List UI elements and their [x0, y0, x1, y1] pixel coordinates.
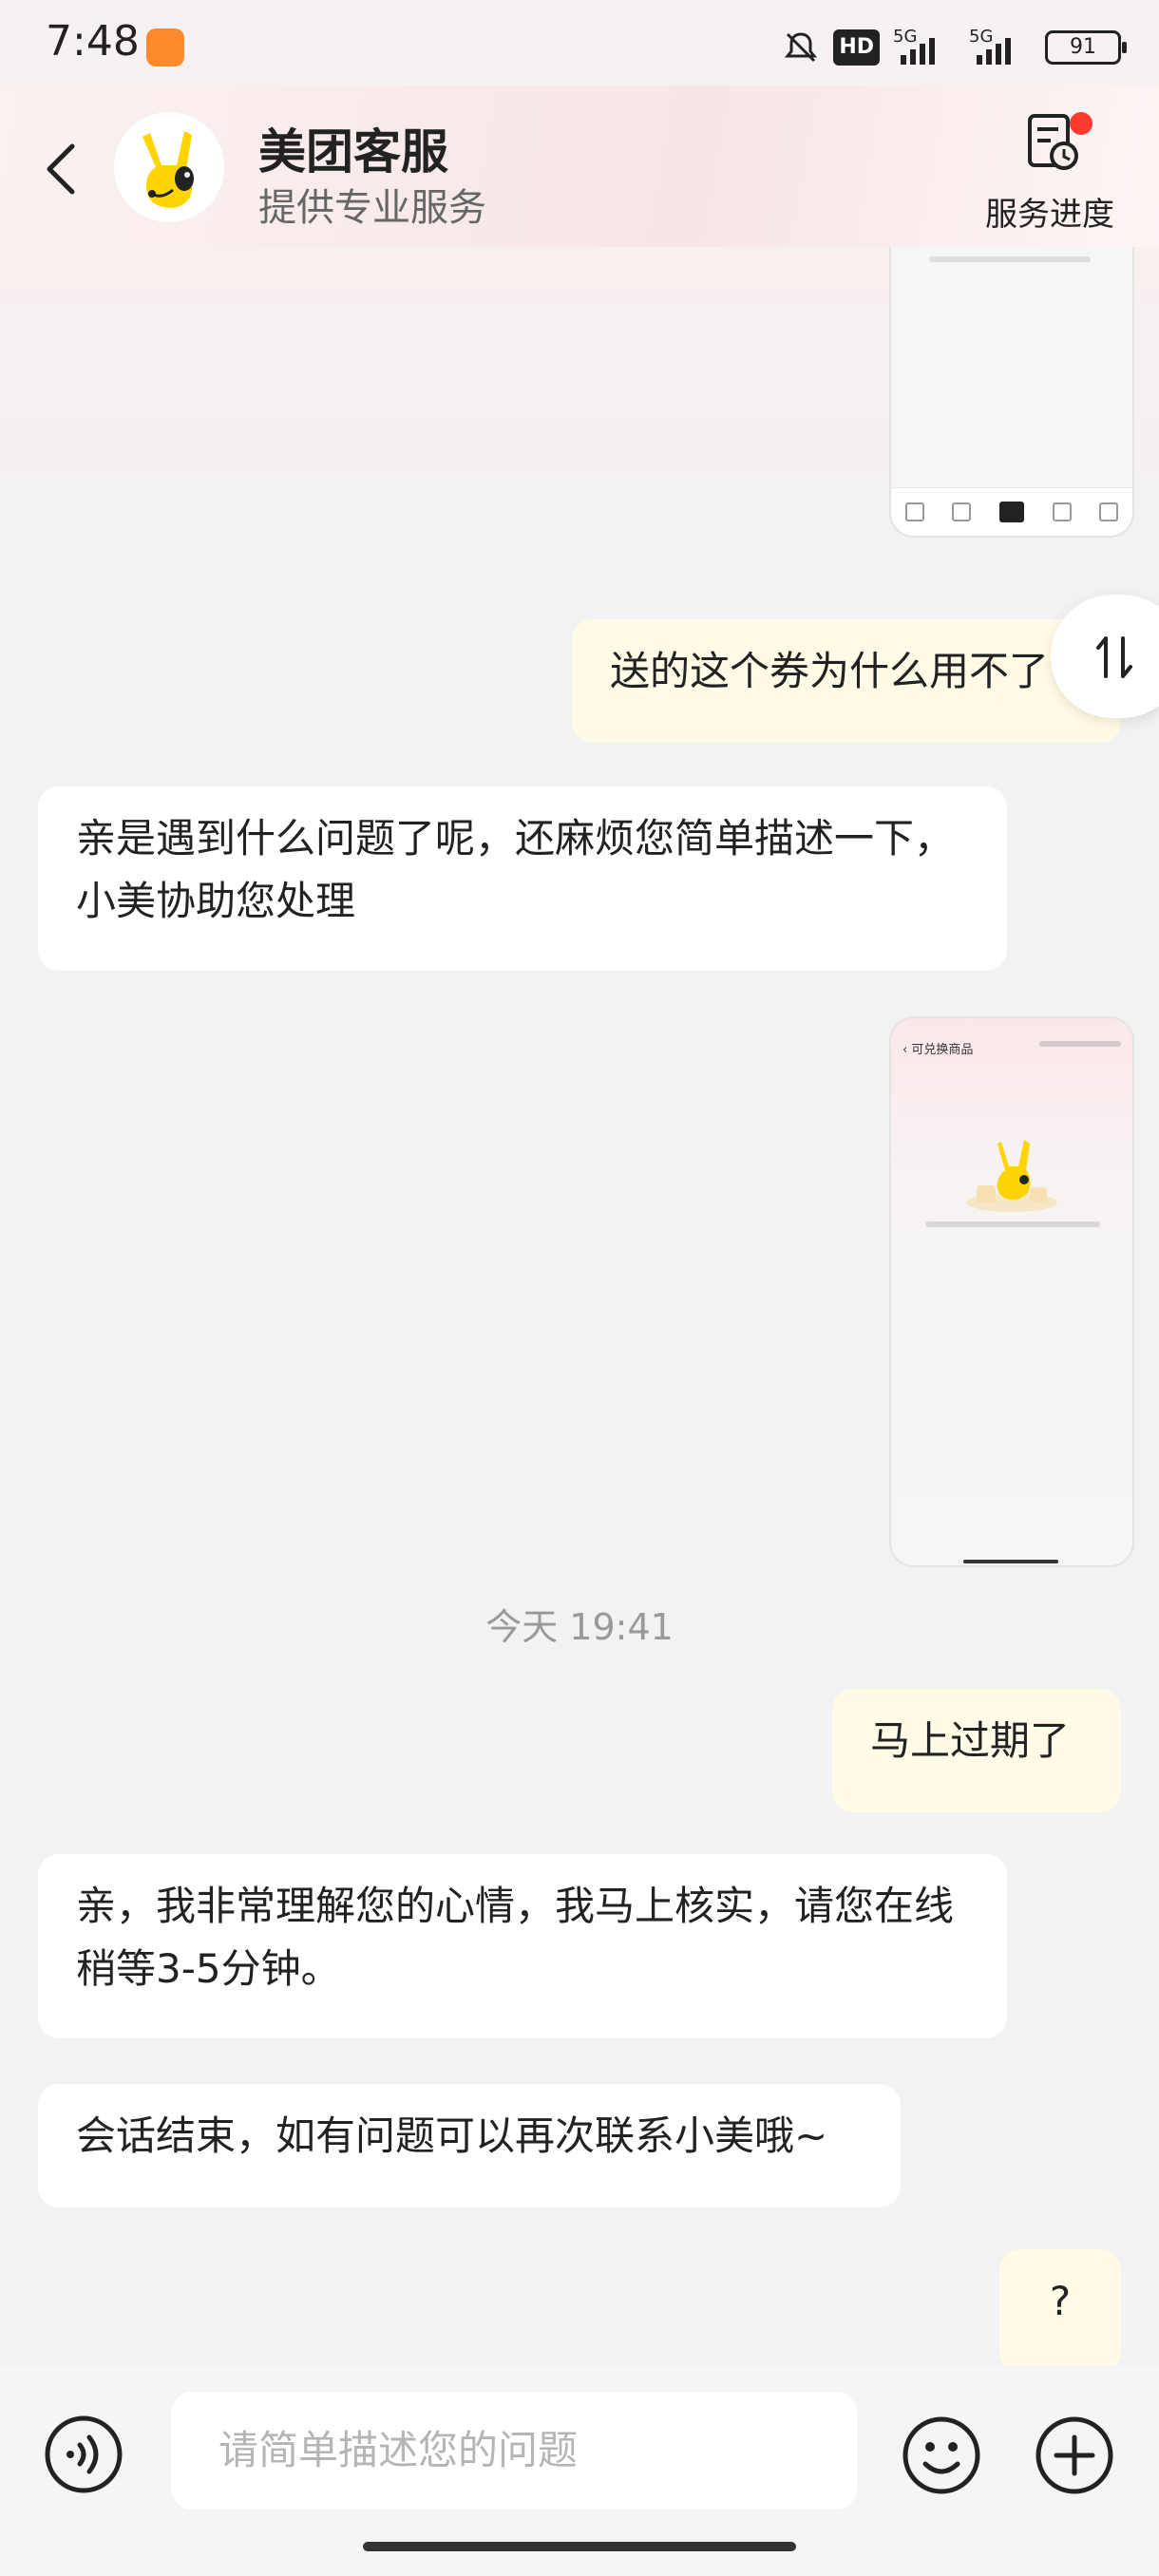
- message-text: 马上过期了: [870, 1717, 1071, 1764]
- status-time: 7:48: [46, 17, 140, 66]
- message-image[interactable]: [889, 247, 1134, 538]
- notification-dot: [1070, 112, 1092, 135]
- user-message[interactable]: 马上过期了: [832, 1689, 1121, 1812]
- page-title: 美团客服: [258, 124, 448, 180]
- status-bar: 7:48 HD 5G 5G 91: [0, 0, 1159, 85]
- page-subtitle: 提供专业服务: [258, 186, 486, 230]
- message-input[interactable]: 请简单描述您的问题: [171, 2392, 857, 2510]
- message-text: ?: [1049, 2278, 1072, 2324]
- swap-icon: [1096, 636, 1132, 678]
- chat-header: 美团客服 提供专业服务 服务进度: [0, 85, 1159, 247]
- voice-icon[interactable]: [44, 2415, 124, 2494]
- signal-icon-2: 5G: [969, 27, 1032, 66]
- notification-app-icon: [146, 28, 184, 66]
- mascot-illustration-icon: [966, 1140, 1057, 1212]
- service-progress-label: 服务进度: [985, 196, 1114, 234]
- message-text: 亲是遇到什么问题了呢，还麻烦您简单描述一下，小美协助您处理: [76, 815, 955, 924]
- back-arrow-icon[interactable]: [38, 141, 86, 198]
- agent-message[interactable]: 亲，我非常理解您的心情，我马上核实，请您在线稍等3-5分钟。: [38, 1854, 1007, 2038]
- message-text: 送的这个券为什么用不了: [610, 648, 1050, 694]
- user-message[interactable]: ?: [999, 2249, 1121, 2365]
- bell-muted-icon: [785, 32, 818, 63]
- emoji-icon[interactable]: [901, 2415, 982, 2496]
- battery-icon: 91: [1045, 30, 1127, 65]
- image-header-text: 可兑换商品: [911, 1043, 974, 1057]
- plus-icon[interactable]: [1034, 2415, 1115, 2496]
- message-text: 亲，我非常理解您的心情，我马上核实，请您在线稍等3-5分钟。: [76, 1883, 955, 1992]
- message-timestamp: 今天 19:41: [485, 1606, 674, 1648]
- avatar[interactable]: [114, 112, 224, 222]
- message-text: 会话结束，如有问题可以再次联系小美哦~: [76, 2112, 828, 2159]
- agent-message[interactable]: 会话结束，如有问题可以再次联系小美哦~: [38, 2084, 901, 2207]
- service-progress-button[interactable]: 服务进度: [978, 112, 1121, 235]
- user-message[interactable]: 送的这个券为什么用不了: [572, 619, 1121, 743]
- home-indicator[interactable]: [363, 2542, 796, 2551]
- mascot-avatar-icon: [114, 112, 224, 222]
- chat-messages[interactable]: 送的这个券为什么用不了 亲是遇到什么问题了呢，还麻烦您简单描述一下，小美协助您处…: [0, 247, 1159, 2365]
- agent-message[interactable]: 亲是遇到什么问题了呢，还麻烦您简单描述一下，小美协助您处理: [38, 786, 1007, 971]
- signal-icon: 5G: [893, 27, 956, 66]
- message-image[interactable]: ‹ 可兑换商品: [889, 1016, 1134, 1567]
- status-icons: HD 5G 5G 91: [782, 27, 1127, 68]
- hd-badge: HD: [833, 29, 880, 66]
